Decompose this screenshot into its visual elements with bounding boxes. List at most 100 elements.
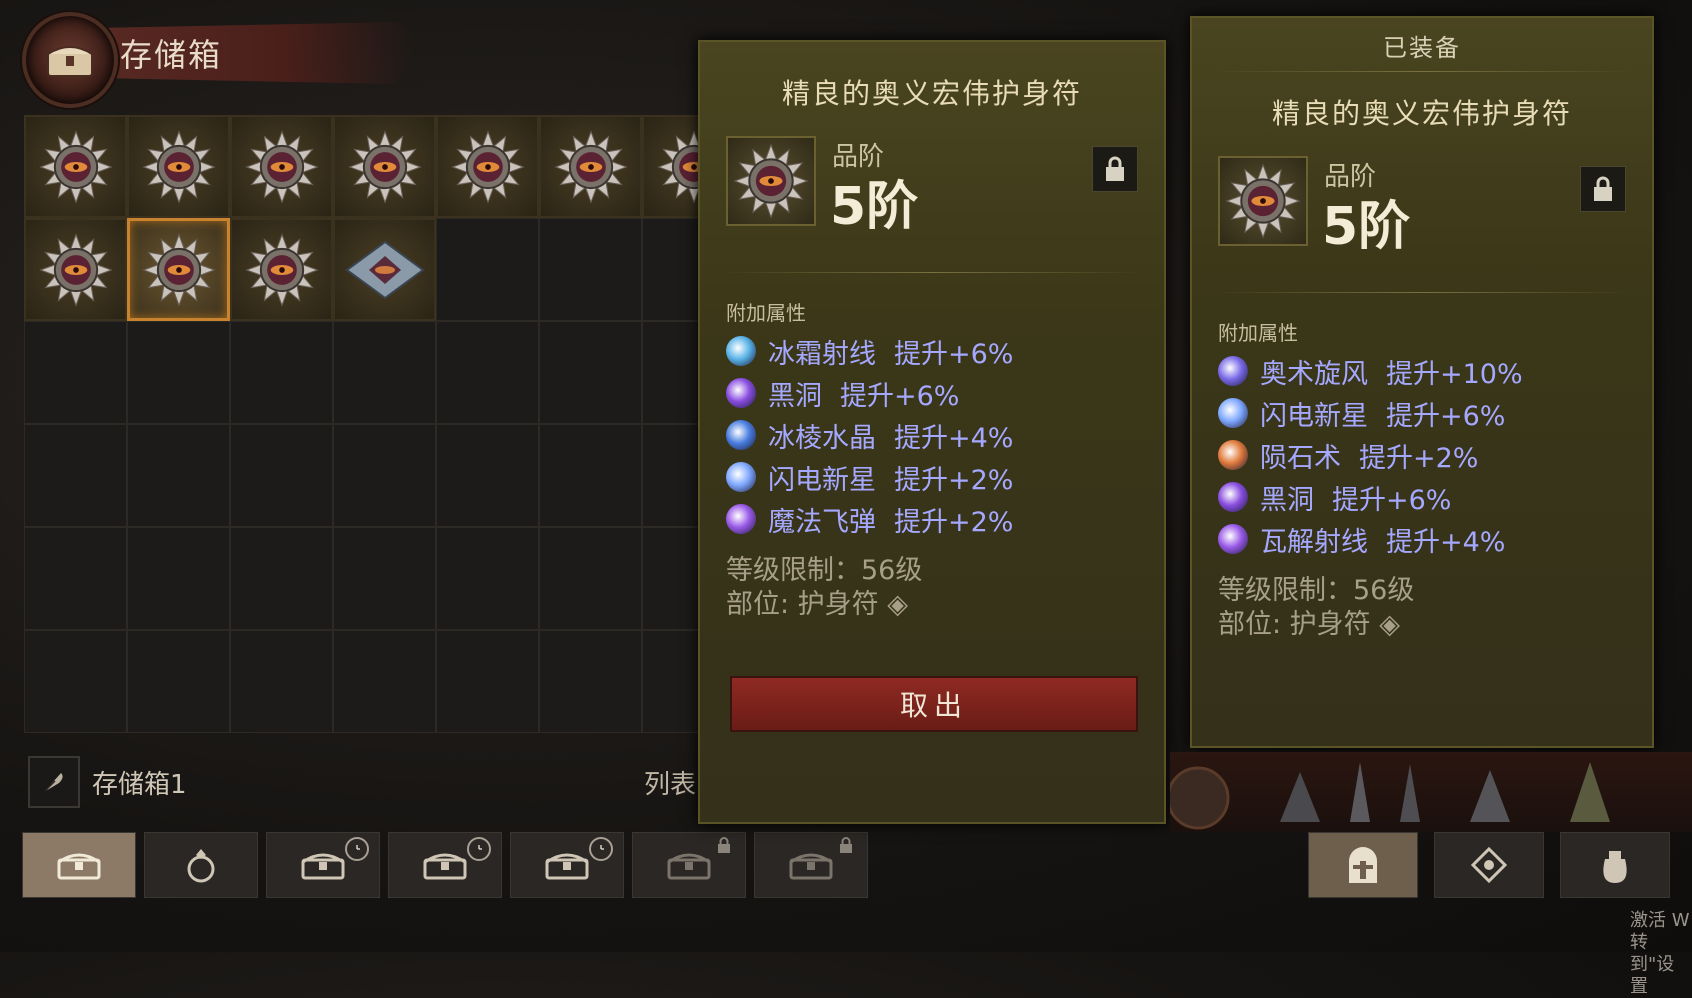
- skill-icon: [1218, 356, 1248, 386]
- stash-slot[interactable]: [24, 321, 127, 424]
- stash-slot[interactable]: [127, 115, 230, 218]
- grade-value: 5阶: [830, 177, 919, 237]
- skill-icon: [726, 462, 756, 492]
- item-icon: [1218, 156, 1308, 246]
- stash-slot[interactable]: [230, 115, 333, 218]
- stash-name: 存储箱1: [92, 769, 187, 800]
- stash-slot[interactable]: [127, 218, 230, 321]
- equipped-tooltip: 已装备 精良的奥义宏伟护身符 品阶 5阶 附加属性 奥术旋风 提升+10% 闪电新星…: [1190, 16, 1654, 748]
- rename-button[interactable]: [28, 756, 80, 808]
- skill-icon: [1218, 524, 1248, 554]
- chest-medallion-icon: [22, 12, 118, 108]
- stash-slot[interactable]: [230, 321, 333, 424]
- stash-slot[interactable]: [24, 630, 127, 733]
- equipment-tab[interactable]: [1560, 832, 1670, 898]
- stash-slot[interactable]: [333, 424, 436, 527]
- skill-name: 黑洞: [768, 380, 822, 412]
- attr-list: 冰霜射线 提升+6% 黑洞 提升+6% 冰棱水晶 提升+4% 闪电新星 提升+2% 魔法飞弹 提升…: [726, 330, 1164, 540]
- skill-bonus: 提升+2%: [894, 506, 1014, 538]
- stash-slot[interactable]: [436, 527, 539, 630]
- stash-slot[interactable]: [24, 218, 127, 321]
- stash-tab[interactable]: [388, 832, 502, 898]
- stash-slot[interactable]: [127, 630, 230, 733]
- stash-slot[interactable]: [230, 527, 333, 630]
- stash-slot[interactable]: [230, 218, 333, 321]
- stash-tabs: [22, 832, 868, 898]
- chest-icon: [301, 853, 345, 880]
- stash-slot[interactable]: [539, 321, 642, 424]
- item-summary: 品阶 5阶: [1192, 156, 1652, 262]
- skill-name: 闪电新星: [768, 464, 876, 496]
- attribute-row: 黑洞 提升+6%: [726, 372, 1164, 414]
- slot-info: 部位: 护身符 ◈: [1218, 608, 1652, 642]
- stash-slot[interactable]: [24, 527, 127, 630]
- attribute-row: 闪电新星 提升+2%: [726, 456, 1164, 498]
- stash-slot[interactable]: [24, 424, 127, 527]
- stash-slot[interactable]: [436, 424, 539, 527]
- attribute-row: 闪电新星 提升+6%: [1218, 392, 1652, 434]
- stash-slot[interactable]: [539, 218, 642, 321]
- stash-slot[interactable]: [539, 115, 642, 218]
- item-name: 精良的奥义宏伟护身符: [781, 77, 1082, 110]
- stash-slot[interactable]: [436, 218, 539, 321]
- attribute-row: 黑洞 提升+6%: [1218, 476, 1652, 518]
- stash-tab[interactable]: [266, 832, 380, 898]
- stash-slot[interactable]: [333, 218, 436, 321]
- diamond-icon: ◈: [1379, 609, 1401, 640]
- lock-button[interactable]: [1580, 166, 1626, 212]
- skill-icon: [1218, 482, 1248, 512]
- list-view-button[interactable]: 列表: [644, 764, 696, 801]
- stash-slot[interactable]: [539, 527, 642, 630]
- stash-slot[interactable]: [333, 630, 436, 733]
- stash-header: 存储箱: [14, 8, 414, 108]
- stash-tab[interactable]: [144, 832, 258, 898]
- stash-tab[interactable]: [632, 832, 746, 898]
- skill-icon: [726, 336, 756, 366]
- amulet-icon: [347, 129, 422, 204]
- lock-button[interactable]: [1092, 146, 1138, 192]
- stash-tab[interactable]: [22, 832, 136, 898]
- skill-name: 陨石术: [1260, 442, 1341, 474]
- stash-slot[interactable]: [127, 424, 230, 527]
- stash-tab[interactable]: [510, 832, 624, 898]
- stash-slot[interactable]: [24, 115, 127, 218]
- stash-slot[interactable]: [127, 527, 230, 630]
- lock-icon: [1106, 156, 1124, 181]
- stash-tab[interactable]: [754, 832, 868, 898]
- stash-slot[interactable]: [436, 630, 539, 733]
- equipment-tab[interactable]: [1434, 832, 1544, 898]
- equipped-label: 已装备: [1383, 34, 1461, 62]
- level-requirement: 等级限制：56级: [1218, 575, 1415, 606]
- stash-slot[interactable]: [127, 321, 230, 424]
- lock-icon: [717, 837, 731, 853]
- stash-slot[interactable]: [539, 630, 642, 733]
- attr-title: 附加属性: [1218, 321, 1298, 345]
- feather-icon: [44, 773, 63, 792]
- clock-icon: [345, 837, 369, 861]
- stash-slot[interactable]: [436, 115, 539, 218]
- skill-bonus: 提升+6%: [840, 380, 960, 412]
- slot-info: 部位: 护身符 ◈: [726, 588, 1164, 622]
- stash-slot[interactable]: [436, 321, 539, 424]
- skill-bonus: 提升+6%: [894, 338, 1014, 370]
- chest-icon: [545, 853, 589, 880]
- stash-slot[interactable]: [230, 630, 333, 733]
- lock-icon: [1594, 176, 1612, 201]
- skill-icon: [726, 420, 756, 450]
- stash-slot[interactable]: [333, 115, 436, 218]
- skill-icon: [1218, 440, 1248, 470]
- clock-icon: [467, 837, 491, 861]
- stash-slot[interactable]: [230, 424, 333, 527]
- equipment-tab[interactable]: [1308, 832, 1418, 898]
- gem-icon: [1470, 846, 1508, 884]
- stash-slot[interactable]: [333, 321, 436, 424]
- attribute-row: 冰棱水晶 提升+4%: [726, 414, 1164, 456]
- chest-icon: [667, 853, 711, 880]
- chest-icon: [789, 853, 833, 880]
- take-out-button[interactable]: 取出: [730, 676, 1138, 732]
- level-requirement: 等级限制：56级: [726, 555, 923, 586]
- stash-slot[interactable]: [333, 527, 436, 630]
- stash-slot[interactable]: [539, 424, 642, 527]
- amulet-icon: [141, 232, 216, 307]
- skill-name: 闪电新星: [1260, 400, 1368, 432]
